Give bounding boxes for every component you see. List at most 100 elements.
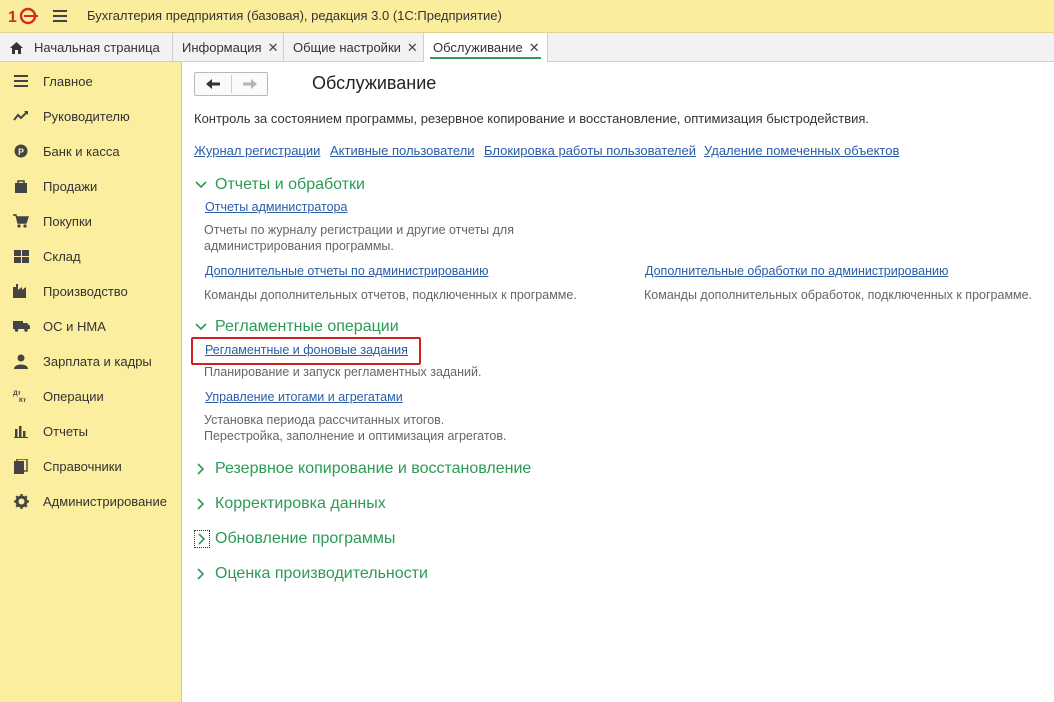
sidebar-item-label: Покупки — [43, 213, 92, 229]
link-lock-users[interactable]: Блокировка работы пользователей — [484, 143, 696, 158]
coin-icon: Р — [12, 143, 30, 159]
close-icon[interactable]: ✕ — [529, 40, 540, 56]
sidebar: Главное Руководителю Р Банк и касса Прод… — [0, 62, 182, 702]
sidebar-item-label: Руководителю — [43, 108, 130, 124]
sidebar-item-label: Банк и касса — [43, 143, 120, 159]
sidebar-item-label: ОС и НМА — [43, 318, 106, 334]
totals-note-2: Перестройка, заполнение и оптимизация аг… — [204, 429, 507, 443]
link-scheduled-jobs[interactable]: Регламентные и фоновые задания — [205, 343, 408, 357]
sidebar-item-administration[interactable]: Администрирование — [0, 486, 181, 516]
history-navigation — [194, 72, 268, 96]
arrow-right-icon — [243, 79, 257, 89]
bag-icon — [12, 178, 30, 194]
group-title: Отчеты и обработки — [215, 176, 365, 193]
admin-reports-note-1: Отчеты по журналу регистрации и другие о… — [204, 223, 514, 237]
link-delete-marked[interactable]: Удаление помеченных объектов — [704, 143, 899, 158]
bar-chart-icon — [12, 423, 30, 439]
sidebar-item-label: Зарплата и кадры — [43, 353, 152, 369]
sidebar-item-label: Справочники — [43, 458, 122, 474]
sidebar-item-label: Производство — [43, 283, 128, 299]
link-extra-reports[interactable]: Дополнительные отчеты по администрирован… — [205, 264, 488, 278]
svg-text:1: 1 — [8, 9, 17, 25]
group-title: Оценка производительности — [215, 565, 428, 582]
group-title: Обновление программы — [215, 530, 396, 547]
tab-label: Начальная страница — [34, 40, 160, 55]
group-title: Резервное копирование и восстановление — [215, 460, 532, 477]
tab-bar: Начальная страница Информация ✕ Общие на… — [0, 33, 1054, 62]
page-description: Контроль за состоянием программы, резерв… — [194, 111, 870, 126]
sidebar-item-manager[interactable]: Руководителю — [0, 101, 181, 131]
sidebar-item-sales[interactable]: Продажи — [0, 171, 181, 201]
tab-label: Информация — [182, 40, 262, 55]
group-backup-header[interactable]: Резервное копирование и восстановление — [194, 460, 531, 478]
admin-reports-note-2: администрирования программы. — [204, 239, 394, 253]
tab-general-settings[interactable]: Общие настройки ✕ — [284, 33, 424, 62]
sidebar-item-label: Склад — [43, 248, 81, 264]
dt-kt-icon: Дт Кт — [12, 388, 30, 404]
sidebar-item-label: Операции — [43, 388, 104, 404]
back-button[interactable] — [195, 73, 231, 95]
chevron-right-icon — [194, 567, 208, 581]
1c-logo[interactable]: 1 — [8, 7, 44, 25]
group-correction-header[interactable]: Корректировка данных — [194, 495, 386, 513]
extra-processing-note: Команды дополнительных обработок, подклю… — [644, 288, 1033, 302]
group-update-header[interactable]: Обновление программы — [194, 530, 395, 548]
cart-icon — [12, 213, 30, 229]
chevron-right-icon — [194, 530, 210, 548]
sidebar-item-label: Главное — [43, 73, 93, 89]
link-active-users[interactable]: Активные пользователи — [330, 143, 475, 158]
sidebar-item-salary[interactable]: Зарплата и кадры — [0, 346, 181, 376]
sidebar-item-reports[interactable]: Отчеты — [0, 416, 181, 446]
sidebar-item-label: Отчеты — [43, 423, 88, 439]
forward-button[interactable] — [232, 73, 268, 95]
active-tab-indicator — [430, 57, 541, 59]
gear-icon — [12, 493, 30, 509]
tab-home[interactable]: Начальная страница — [0, 33, 173, 62]
sidebar-item-bank[interactable]: Р Банк и касса — [0, 136, 181, 166]
sidebar-item-main[interactable]: Главное — [0, 66, 181, 96]
sidebar-item-purchases[interactable]: Покупки — [0, 206, 181, 236]
tab-maintenance[interactable]: Обслуживание ✕ — [424, 33, 548, 62]
app-title: Бухгалтерия предприятия (базовая), редак… — [87, 8, 502, 23]
link-totals-management[interactable]: Управление итогами и агрегатами — [205, 390, 403, 404]
truck-icon — [12, 318, 30, 334]
list-icon — [12, 73, 30, 89]
link-admin-reports[interactable]: Отчеты администратора — [205, 200, 347, 214]
sidebar-item-fixed-assets[interactable]: ОС и НМА — [0, 311, 181, 341]
group-title: Корректировка данных — [215, 495, 386, 512]
chevron-down-icon — [194, 320, 208, 334]
sidebar-item-label: Продажи — [43, 178, 98, 194]
close-icon[interactable]: ✕ — [407, 40, 418, 56]
home-icon — [10, 41, 23, 54]
svg-text:Кт: Кт — [19, 397, 26, 403]
chevron-down-icon — [194, 178, 208, 192]
sidebar-item-references[interactable]: Справочники — [0, 451, 181, 481]
sidebar-item-warehouse[interactable]: Склад — [0, 241, 181, 271]
tab-label: Обслуживание — [433, 40, 523, 55]
tab-label: Общие настройки — [293, 40, 401, 55]
sidebar-item-label: Администрирование — [43, 493, 167, 509]
page-title: Обслуживание — [312, 73, 437, 93]
sidebar-item-operations[interactable]: Дт Кт Операции — [0, 381, 181, 411]
group-title: Регламентные операции — [215, 318, 399, 335]
group-performance-header[interactable]: Оценка производительности — [194, 565, 428, 583]
chevron-right-icon — [194, 462, 208, 476]
group-routine-header[interactable]: Регламентные операции — [194, 318, 399, 336]
link-extra-processing[interactable]: Дополнительные обработки по администриро… — [645, 264, 948, 278]
sidebar-item-production[interactable]: Производство — [0, 276, 181, 306]
chevron-right-icon — [194, 497, 208, 511]
warehouse-icon — [12, 248, 30, 264]
factory-icon — [12, 283, 30, 299]
svg-text:Дт: Дт — [13, 390, 21, 397]
totals-note-1: Установка периода рассчитанных итогов. — [204, 413, 445, 427]
arrow-left-icon — [206, 79, 220, 89]
close-icon[interactable]: ✕ — [268, 40, 279, 56]
books-icon — [12, 458, 30, 474]
tab-information[interactable]: Информация ✕ — [173, 33, 284, 62]
trend-icon — [12, 108, 30, 124]
menu-icon[interactable] — [53, 10, 67, 22]
title-bar: 1 Бухгалтерия предприятия (базовая), ред… — [0, 0, 1054, 33]
link-event-log[interactable]: Журнал регистрации — [194, 143, 320, 158]
group-reports-header[interactable]: Отчеты и обработки — [194, 176, 365, 194]
svg-text:Р: Р — [18, 147, 24, 157]
